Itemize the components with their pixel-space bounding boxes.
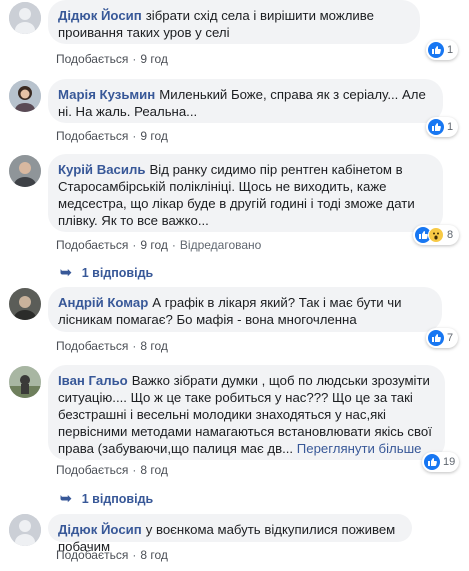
comment-actions: Подобається · 8 год <box>56 463 168 477</box>
reaction-count[interactable]: 8 <box>413 225 459 245</box>
comment-actions: Подобається · 9 год <box>56 52 168 66</box>
edited-label[interactable]: Відредаговано <box>180 238 261 252</box>
avatar[interactable] <box>9 80 41 112</box>
separator: · <box>132 463 137 477</box>
wow-icon <box>428 227 444 243</box>
comment-actions: Подобається · 8 год <box>56 548 168 562</box>
comment-author[interactable]: Дідюк Йосип <box>58 522 142 537</box>
avatar[interactable] <box>9 2 41 34</box>
reaction-count[interactable]: 19 <box>422 452 459 472</box>
avatar[interactable] <box>9 366 41 398</box>
comment-time[interactable]: 8 год <box>140 463 168 477</box>
separator: · <box>132 548 137 562</box>
like-button[interactable]: Подобається <box>56 463 128 477</box>
like-icon <box>428 42 444 58</box>
reaction-number: 1 <box>447 121 454 133</box>
comment-bubble: Дідюк Йосип у воєнкома мабуть відкупилися… <box>48 514 412 554</box>
avatar[interactable] <box>9 514 41 546</box>
comment-author[interactable]: Іван Гальо <box>58 373 128 388</box>
reply-arrow-icon: ➥ <box>60 490 72 506</box>
separator: · <box>132 238 137 252</box>
separator: · <box>132 52 137 66</box>
reaction-count[interactable]: 1 <box>426 40 458 60</box>
comment-bubble: Дідюк Йосип зібрати схід села і вирішити … <box>48 0 420 44</box>
comment-author[interactable]: Курій Василь <box>58 162 145 177</box>
reaction-count[interactable]: 1 <box>426 117 458 137</box>
comment-actions: Подобається · 9 год · Відредаговано <box>56 238 261 252</box>
comment-author[interactable]: Марія Кузьмин <box>58 87 155 102</box>
view-replies-link[interactable]: ➥ 1 відповідь <box>60 490 153 507</box>
comment-time[interactable]: 8 год <box>140 548 168 562</box>
view-replies-link[interactable]: ➥ 1 відповідь <box>60 264 153 281</box>
reaction-count[interactable]: 7 <box>426 328 458 348</box>
comment-time[interactable]: 8 год <box>140 339 168 353</box>
see-more-link[interactable]: Переглянути більше <box>297 441 422 456</box>
reaction-number: 1 <box>447 44 454 56</box>
comment-actions: Подобається · 9 год <box>56 129 168 143</box>
comment-bubble: Курій Василь Від ранку сидимо пір рентген… <box>48 154 443 232</box>
reaction-number: 8 <box>447 229 454 241</box>
comment-author[interactable]: Дідюк Йосип <box>58 8 142 23</box>
like-icon <box>428 119 444 135</box>
reaction-number: 19 <box>443 456 456 468</box>
reaction-number: 7 <box>447 332 454 344</box>
replies-count: 1 відповідь <box>81 265 154 280</box>
like-button[interactable]: Подобається <box>56 52 128 66</box>
like-button[interactable]: Подобається <box>56 339 128 353</box>
avatar[interactable] <box>9 155 41 187</box>
like-icon <box>428 330 444 346</box>
comment-bubble: Андрій Комар А графік в лікаря який? Так … <box>48 287 442 332</box>
replies-count: 1 відповідь <box>81 491 154 506</box>
comment-bubble: Іван Гальо Важко зібрати думки , щоб по л… <box>48 365 445 460</box>
like-button[interactable]: Подобається <box>56 548 128 562</box>
comment-actions: Подобається · 8 год <box>56 339 168 353</box>
like-button[interactable]: Подобається <box>56 238 128 252</box>
separator: · <box>132 129 137 143</box>
comment-bubble: Марія Кузьмин Миленький Боже, справа як з… <box>48 79 443 123</box>
comment-author[interactable]: Андрій Комар <box>58 295 148 310</box>
reply-arrow-icon: ➥ <box>60 264 72 280</box>
like-button[interactable]: Подобається <box>56 129 128 143</box>
avatar[interactable] <box>9 288 41 320</box>
separator: · <box>132 339 137 353</box>
comment-time[interactable]: 9 год <box>140 238 168 252</box>
comment-time[interactable]: 9 год <box>140 52 168 66</box>
separator: · <box>171 238 176 252</box>
comment-time[interactable]: 9 год <box>140 129 168 143</box>
like-icon <box>424 454 440 470</box>
